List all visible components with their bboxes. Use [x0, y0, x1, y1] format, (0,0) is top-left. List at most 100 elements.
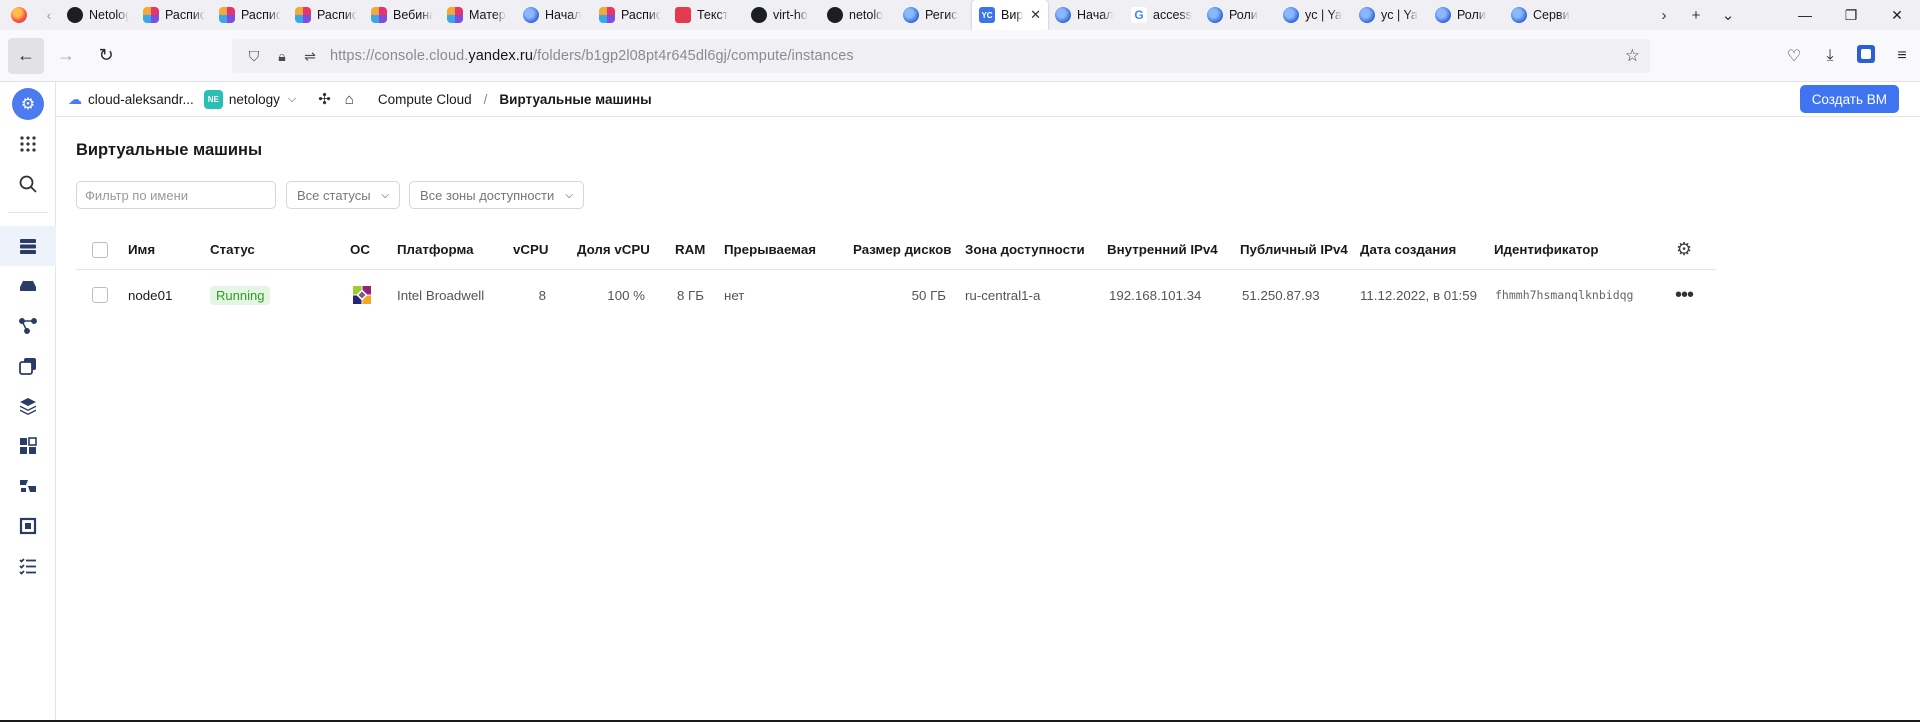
gear-icon: ⚙	[12, 88, 44, 120]
tab-title: Netology	[89, 8, 129, 22]
browser-tab[interactable]: Распис	[592, 0, 668, 30]
tabs-scroll-left-icon[interactable]: ‹	[38, 7, 60, 23]
shield-icon[interactable]: ⛉	[240, 48, 268, 65]
vm-name-link[interactable]: node01	[128, 270, 172, 320]
col-internal-ip[interactable]: Внутренний IPv4	[1107, 230, 1218, 269]
browser-tab[interactable]: netolo	[820, 0, 896, 30]
new-tab-icon[interactable]: +	[1680, 7, 1712, 24]
permissions-icon[interactable]: ⇌	[296, 48, 324, 65]
browser-tab[interactable]: Распис	[212, 0, 288, 30]
frame-icon	[19, 517, 37, 535]
server-icon	[20, 239, 36, 254]
col-preemptible[interactable]: Прерываемая	[724, 230, 816, 269]
table-settings-gear-icon[interactable]: ⚙	[1676, 230, 1692, 269]
table-row[interactable]: node01 Running Intel Broadwell 8 100 % 8…	[76, 270, 1716, 320]
browser-tab[interactable]: Вебинар	[364, 0, 440, 30]
sidebar-item-vms[interactable]	[0, 226, 56, 266]
browser-tab[interactable]: Gaccess	[1124, 0, 1200, 30]
disk-size-value: 50 ГБ	[911, 287, 946, 303]
browser-tab[interactable]: Роли	[1200, 0, 1276, 30]
kaiten-icon	[219, 7, 235, 23]
select-all-checkbox[interactable]	[92, 241, 108, 258]
close-tab-icon[interactable]: ✕	[1030, 7, 1041, 23]
tab-title: Регис	[925, 8, 958, 22]
sidebar-item-gpu[interactable]	[0, 506, 56, 546]
downloads-icon[interactable]: ⤓	[1812, 47, 1848, 65]
app-menu-icon[interactable]: ≡	[1884, 47, 1920, 65]
sidebar-item-networks[interactable]	[0, 306, 56, 346]
copy-icon	[19, 358, 36, 375]
back-icon[interactable]: ←	[8, 37, 44, 74]
col-zone[interactable]: Зона доступности	[965, 230, 1085, 269]
col-id[interactable]: Идентификатор	[1494, 230, 1599, 269]
col-os[interactable]: ОС	[350, 230, 370, 269]
close-window-icon[interactable]: ✕	[1874, 7, 1920, 24]
sidebar-item-disks[interactable]	[0, 266, 56, 306]
network-icon	[19, 318, 37, 334]
sidebar-item-settings[interactable]: ⚙	[0, 84, 56, 124]
browser-tab[interactable]: yc | Ya	[1352, 0, 1428, 30]
browser-tab[interactable]: Роли	[1428, 0, 1504, 30]
sidebar-item-placement[interactable]	[0, 466, 56, 506]
browser-tab[interactable]: YC Вир ✕	[972, 0, 1048, 30]
yandex-icon	[1283, 7, 1299, 23]
col-vcpu[interactable]: vCPU	[513, 230, 548, 269]
forward-icon[interactable]: →	[48, 38, 84, 74]
pocket-icon[interactable]: ♡	[1776, 46, 1812, 66]
folder-selector[interactable]: netology	[229, 92, 280, 107]
col-public-ip[interactable]: Публичный IPv4	[1240, 230, 1348, 269]
restore-icon[interactable]: ❐	[1828, 7, 1874, 24]
browser-tab[interactable]: yc | Ya	[1276, 0, 1352, 30]
browser-tab[interactable]: Начал	[1048, 0, 1124, 30]
tabs-scroll-right-icon[interactable]: ›	[1648, 7, 1680, 24]
address-bar[interactable]: ⛉ 🔒︎ ⇌ https://console.cloud.yandex.ru/f…	[232, 39, 1650, 73]
placement-icon	[20, 480, 36, 492]
sidebar-item-operations[interactable]	[0, 546, 56, 586]
zone-filter-select[interactable]: Все зоны доступности ⌵	[409, 181, 584, 209]
browser-tab[interactable]: Распис	[288, 0, 364, 30]
col-name[interactable]: Имя	[128, 230, 155, 269]
status-filter-value: Все статусы	[297, 187, 371, 203]
kaiten-icon	[599, 7, 615, 23]
name-filter-input[interactable]: Фильтр по имени	[76, 181, 276, 209]
browser-tab[interactable]: Регис	[896, 0, 972, 30]
services-icon[interactable]: ✣	[318, 90, 331, 108]
col-status[interactable]: Статус	[210, 230, 255, 269]
browser-tab[interactable]: virt-ho	[744, 0, 820, 30]
browser-tab[interactable]: Начал	[516, 0, 592, 30]
sidebar-item-images[interactable]	[0, 386, 56, 426]
list-all-tabs-icon[interactable]: ⌄	[1712, 6, 1744, 24]
sidebar-item-groups[interactable]	[0, 426, 56, 466]
col-created[interactable]: Дата создания	[1360, 230, 1456, 269]
sidebar-item-services[interactable]	[0, 124, 56, 164]
url-text[interactable]: https://console.cloud.yandex.ru/folders/…	[330, 48, 854, 64]
tex-icon	[675, 7, 691, 23]
browser-tab[interactable]: Текст	[668, 0, 744, 30]
browser-tab[interactable]: Серви	[1504, 0, 1580, 30]
bookmark-star-icon[interactable]: ☆	[1625, 46, 1640, 66]
sidebar-item-snapshots[interactable]	[0, 346, 56, 386]
breadcrumb-service[interactable]: Compute Cloud	[378, 92, 472, 107]
row-checkbox[interactable]	[92, 287, 108, 303]
reload-icon[interactable]: ↻	[88, 38, 124, 74]
browser-tab[interactable]: Netology	[60, 0, 136, 30]
status-filter-select[interactable]: Все статусы ⌵	[286, 181, 400, 209]
cloud-selector[interactable]: ☁ cloud-aleksandr...	[68, 91, 194, 108]
tab-title: Распис	[317, 8, 357, 22]
create-vm-button[interactable]: Создать ВМ	[1799, 85, 1899, 113]
sidebar-item-search[interactable]	[0, 164, 56, 204]
home-icon[interactable]: ⌂	[345, 91, 354, 108]
minimize-icon[interactable]: —	[1782, 7, 1828, 23]
col-ram[interactable]: RAM	[675, 230, 705, 269]
lock-icon[interactable]: 🔒︎	[268, 48, 296, 65]
col-platform[interactable]: Платформа	[397, 230, 474, 269]
browser-tab[interactable]: Матер	[440, 0, 516, 30]
browser-tab[interactable]: Распис	[136, 0, 212, 30]
row-actions-icon[interactable]: •••	[1675, 270, 1694, 320]
col-vcpu-share[interactable]: Доля vCPU	[577, 230, 650, 269]
col-disk-size[interactable]: Размер дисков	[853, 230, 951, 269]
chevron-down-icon[interactable]: ⌵	[288, 93, 296, 106]
extension-icon[interactable]	[1848, 44, 1884, 68]
firefox-menu-icon[interactable]	[0, 0, 38, 30]
kaiten-icon	[143, 7, 159, 23]
